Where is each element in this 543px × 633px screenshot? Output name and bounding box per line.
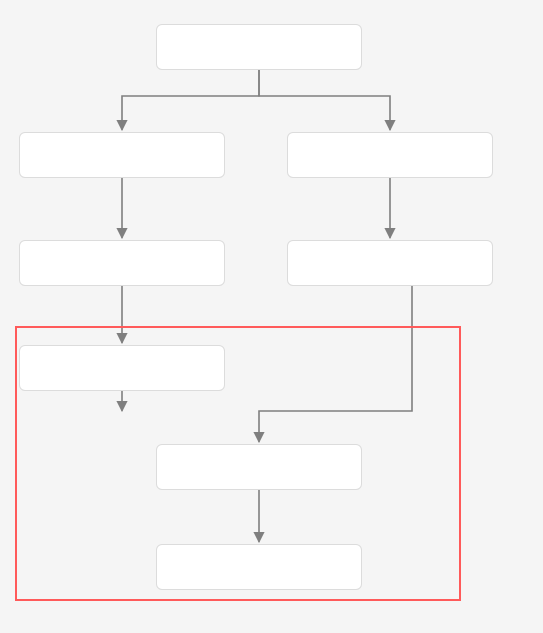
flow-node-4 — [287, 240, 493, 286]
flow-node-2 — [287, 132, 493, 178]
flow-node-0 — [156, 24, 362, 70]
flow-node-1 — [19, 132, 225, 178]
flow-node-3 — [19, 240, 225, 286]
selection-highlight — [15, 326, 461, 601]
